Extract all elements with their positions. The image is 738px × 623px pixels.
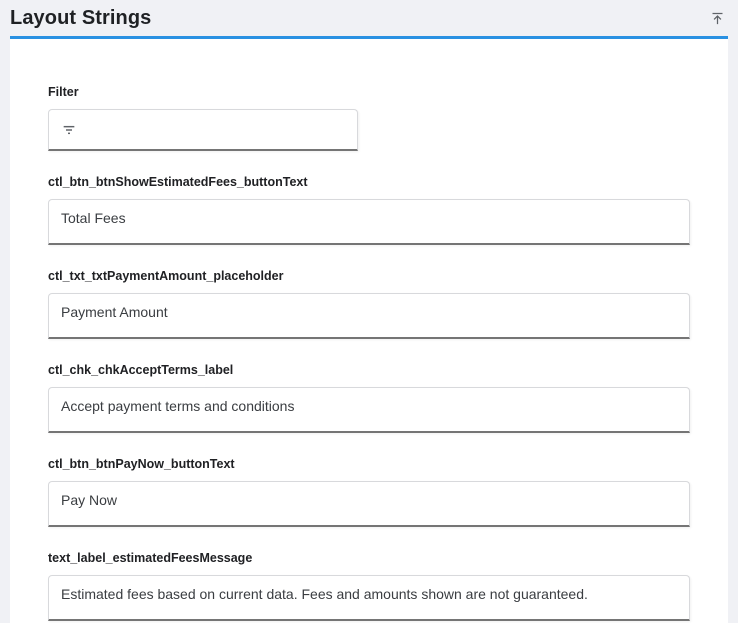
field-input-payNow[interactable]: Pay Now [48, 481, 690, 527]
filter-box[interactable] [48, 109, 358, 151]
field-label-showEstimatedFees: ctl_btn_btnShowEstimatedFees_buttonText [48, 175, 690, 190]
strings-card: Filter ctl_btn_btnShowEstimatedFees_butt… [10, 39, 728, 623]
layout-strings-panel: Layout Strings Filter [0, 0, 738, 623]
scroll-to-top-button[interactable] [706, 7, 728, 29]
string-field-row: ctl_btn_btnPayNow_buttonText Pay Now [48, 457, 690, 527]
field-label-payNow: ctl_btn_btnPayNow_buttonText [48, 457, 690, 472]
filter-label: Filter [48, 85, 690, 100]
field-label-estimatedFeesMessage: text_label_estimatedFeesMessage [48, 551, 690, 566]
string-field-row: text_label_estimatedFeesMessage Estimate… [48, 551, 690, 621]
field-input-estimatedFeesMessage[interactable]: Estimated fees based on current data. Fe… [48, 575, 690, 621]
filter-input[interactable] [85, 122, 347, 138]
field-label-paymentAmount: ctl_txt_txtPaymentAmount_placeholder [48, 269, 690, 284]
string-field-row: ctl_txt_txtPaymentAmount_placeholder Pay… [48, 269, 690, 339]
filter-list-icon [61, 122, 85, 138]
vertical-align-top-icon [710, 11, 725, 26]
string-field-row: ctl_chk_chkAcceptTerms_label Accept paym… [48, 363, 690, 433]
field-input-showEstimatedFees[interactable]: Total Fees [48, 199, 690, 245]
field-input-paymentAmount[interactable]: Payment Amount [48, 293, 690, 339]
field-input-acceptTerms[interactable]: Accept payment terms and conditions [48, 387, 690, 433]
page-title: Layout Strings [10, 7, 151, 30]
panel-header: Layout Strings [0, 0, 738, 36]
string-field-row: ctl_btn_btnShowEstimatedFees_buttonText … [48, 175, 690, 245]
filter-group: Filter [48, 85, 690, 151]
field-label-acceptTerms: ctl_chk_chkAcceptTerms_label [48, 363, 690, 378]
